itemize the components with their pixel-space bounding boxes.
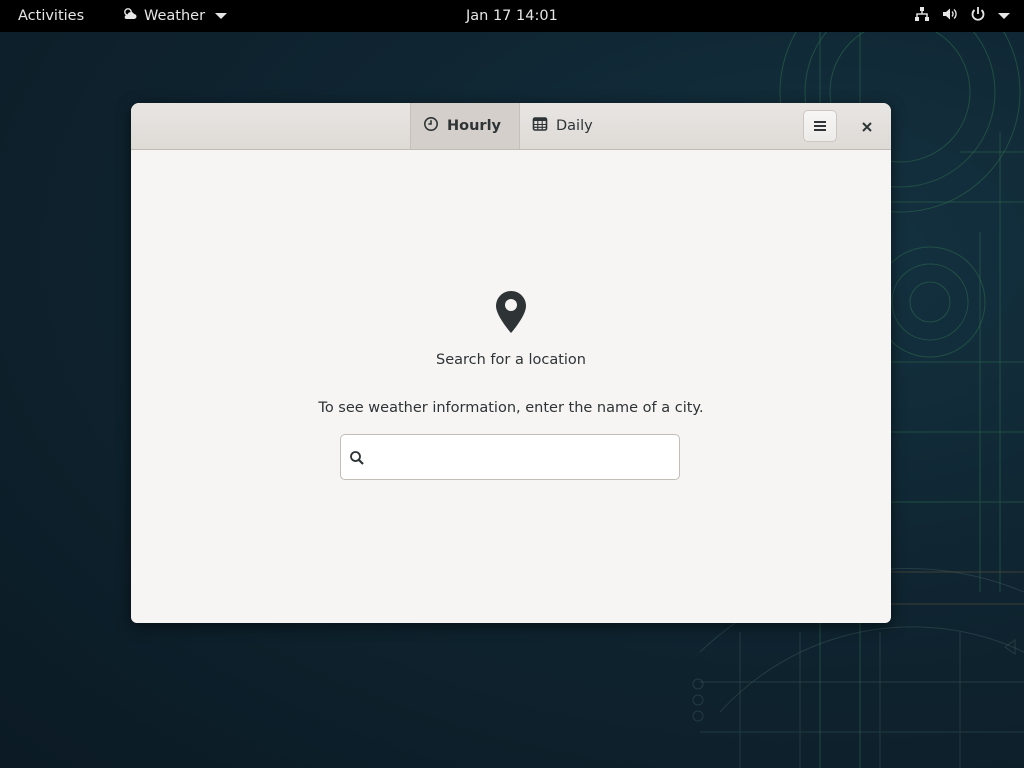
hamburger-menu-icon (814, 117, 826, 136)
chevron-down-icon (215, 13, 228, 19)
top-bar: Activities Weather Jan 17 14:01 (0, 0, 1024, 32)
empty-state: Search for a location To see weather inf… (131, 150, 891, 623)
empty-state-subtitle: To see weather information, enter the na… (318, 400, 704, 416)
location-pin-icon (495, 290, 527, 338)
empty-state-title: Search for a location (436, 352, 586, 368)
header-bar: Hourly Daily (131, 103, 891, 150)
system-status-menu[interactable] (908, 0, 1016, 32)
activities-button[interactable]: Activities (8, 0, 94, 32)
network-icon (914, 6, 930, 26)
weather-window: Hourly Daily Search for a location To se… (131, 103, 891, 623)
clock-icon (423, 116, 439, 136)
location-search-input[interactable] (373, 441, 677, 475)
app-menu-label: Weather (144, 8, 206, 24)
tab-hourly-label: Hourly (447, 118, 501, 134)
close-button[interactable] (853, 112, 881, 140)
app-menu-button[interactable]: Weather (112, 0, 237, 32)
chevron-down-icon (998, 13, 1010, 19)
tab-hourly[interactable]: Hourly (410, 103, 520, 149)
tab-daily[interactable]: Daily (520, 103, 611, 149)
clock[interactable]: Jan 17 14:01 (456, 0, 568, 32)
tab-daily-label: Daily (556, 118, 593, 134)
main-menu-button[interactable] (803, 110, 837, 142)
power-icon (970, 6, 986, 26)
weather-icon (122, 6, 138, 26)
view-switcher: Hourly Daily (410, 103, 611, 149)
location-search-field[interactable] (340, 434, 680, 480)
calendar-icon (532, 116, 548, 136)
volume-icon (942, 6, 958, 26)
search-icon (349, 450, 365, 470)
close-icon (862, 117, 872, 136)
